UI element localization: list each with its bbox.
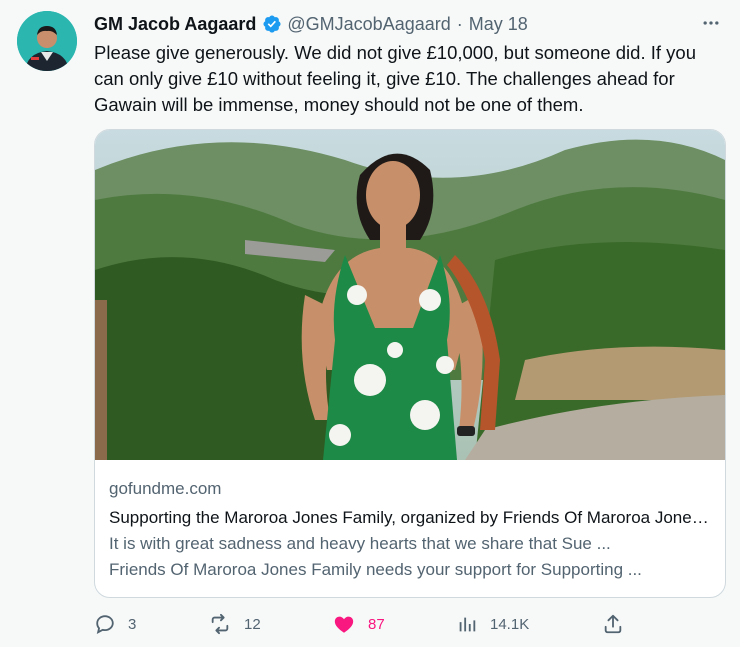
views-button[interactable]: 14.1K: [456, 610, 529, 638]
author-handle[interactable]: @GMJacobAagaard: [287, 14, 450, 35]
share-button[interactable]: [602, 610, 624, 638]
card-domain: gofundme.com: [109, 479, 222, 498]
action-bar: 3 12 87 14.1K: [94, 610, 724, 638]
views-icon: [456, 613, 478, 635]
more-icon[interactable]: [700, 12, 722, 34]
retweet-count: 12: [244, 615, 261, 633]
retweet-button[interactable]: 12: [208, 610, 261, 638]
reply-count: 3: [128, 615, 137, 633]
avatar-image: [17, 11, 77, 71]
views-count: 14.1K: [490, 615, 530, 633]
separator-dot: ·: [456, 13, 463, 34]
tweet-date[interactable]: May 18: [469, 14, 528, 35]
like-count: 87: [368, 615, 385, 633]
card-description-line2: Friends Of Maroroa Jones Family needs yo…: [109, 560, 642, 579]
tweet[interactable]: GM Jacob Aagaard @GMJacobAagaard · May 1…: [0, 0, 740, 647]
card-description-line1: It is with great sadness and heavy heart…: [109, 534, 611, 553]
card-meta: gofundme.com Supporting the Maroroa Jone…: [109, 477, 711, 583]
card-image: [95, 130, 725, 460]
reply-button[interactable]: 3: [94, 610, 136, 638]
reply-icon: [94, 613, 116, 635]
tweet-header: GM Jacob Aagaard @GMJacobAagaard · May 1…: [94, 12, 720, 36]
card-title: Supporting the Maroroa Jones Family, org…: [109, 508, 711, 527]
tweet-text: Please give generously. We did not give …: [94, 42, 696, 115]
link-card[interactable]: gofundme.com Supporting the Maroroa Jone…: [94, 129, 726, 598]
like-button[interactable]: 87: [332, 610, 385, 638]
verified-badge-icon: [262, 14, 282, 34]
author-name[interactable]: GM Jacob Aagaard: [94, 14, 256, 35]
heart-icon: [332, 613, 356, 635]
avatar[interactable]: [17, 11, 77, 71]
share-icon: [602, 613, 624, 635]
retweet-icon: [208, 613, 232, 635]
